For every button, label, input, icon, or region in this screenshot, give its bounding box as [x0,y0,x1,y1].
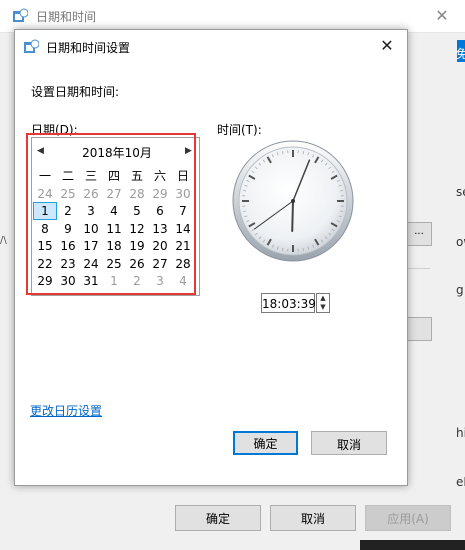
time-input[interactable]: 18:03:39 [261,293,316,313]
dialog-titlebar: 日期和时间设置 ✕ [15,30,407,63]
right-fragment: eL [456,475,465,489]
taskbar-fragment [360,540,465,550]
left-fragment: /\ [0,235,7,246]
spin-down-icon[interactable]: ▼ [317,303,329,312]
analog-clock [232,140,354,262]
spin-up-icon[interactable]: ▲ [317,294,329,303]
outer-apply-button[interactable]: 应用(A) [365,505,451,531]
dialog-cancel-button[interactable]: 取消 [311,431,387,455]
right-fragment: 免 [456,47,465,61]
calendar-highlight-box [26,133,196,295]
outer-window-title: 日期和时间 [36,10,97,24]
separator [406,268,430,269]
clock-hour-hand [291,200,294,232]
dialog-heading: 设置日期和时间: [31,85,120,99]
dialog-body: 设置日期和时间: 日期(D): 时间(T): ◀ 2018年10月 ▶ 一二三四… [15,63,407,485]
clock-center [291,199,295,203]
right-fragment: ow [456,235,465,249]
outer-ok-button[interactable]: 确定 [175,505,261,531]
outer-close-icon[interactable]: ✕ [430,4,454,28]
dialog-title: 日期和时间设置 [46,41,131,55]
dialog-close-icon[interactable]: ✕ [375,35,399,57]
date-time-settings-dialog: 日期和时间设置 ✕ 设置日期和时间: 日期(D): 时间(T): ◀ 2018年… [14,29,408,486]
dialog-ok-button[interactable]: 确定 [233,431,298,455]
partial-button[interactable] [406,317,432,341]
date-time-app-icon [24,39,39,53]
time-label: 时间(T): [217,123,262,137]
right-fragment: se [456,185,465,199]
partial-button[interactable]: ... [406,222,432,246]
right-fragment: hi [456,426,465,440]
right-fragment: g [456,283,464,297]
time-spinner[interactable]: ▲ ▼ [316,293,330,313]
date-time-app-icon [13,8,28,22]
outer-cancel-button[interactable]: 取消 [270,505,356,531]
change-calendar-settings-link[interactable]: 更改日历设置 [30,402,102,419]
